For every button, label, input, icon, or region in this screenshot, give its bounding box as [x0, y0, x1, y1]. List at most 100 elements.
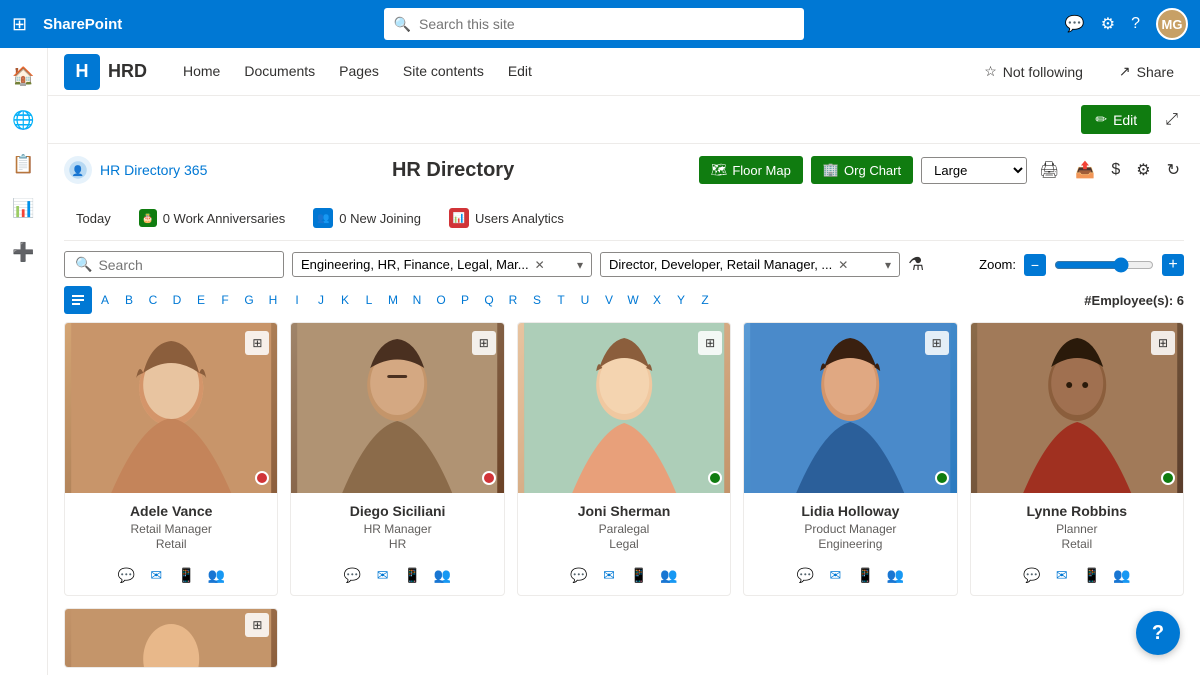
card-grid-icon-joni[interactable]: ⊞: [698, 331, 722, 355]
alpha-x[interactable]: X: [646, 289, 668, 311]
alpha-c[interactable]: C: [142, 289, 164, 311]
comment-icon[interactable]: 💬: [1065, 14, 1085, 34]
role-filter-clear[interactable]: ✕: [838, 258, 848, 272]
chat-icon-lidia[interactable]: 💬: [795, 565, 815, 585]
card-grid-icon-lynne[interactable]: ⊞: [1151, 331, 1175, 355]
settings-icon[interactable]: ⚙: [1101, 14, 1115, 34]
tab-work-anniversaries[interactable]: 🎂 0 Work Anniversaries: [127, 203, 298, 233]
floor-map-button[interactable]: 🗺 Floor Map: [699, 156, 803, 184]
sidebar-add-icon[interactable]: ➕: [4, 232, 44, 272]
teams-icon-joni[interactable]: 👥: [659, 565, 679, 585]
email-icon-adele[interactable]: ✉: [146, 565, 166, 585]
search-input[interactable]: [419, 16, 794, 32]
card-grid-icon-diego[interactable]: ⊞: [472, 331, 496, 355]
alpha-i[interactable]: I: [286, 289, 308, 311]
phone-icon-lynne[interactable]: 📱: [1082, 565, 1102, 585]
chat-icon-lynne[interactable]: 💬: [1022, 565, 1042, 585]
expand-button[interactable]: ⤢: [1159, 105, 1184, 135]
sidebar-note-icon[interactable]: 📋: [4, 144, 44, 184]
email-icon-lynne[interactable]: ✉: [1052, 565, 1072, 585]
nav-edit[interactable]: Edit: [496, 48, 544, 96]
zoom-plus-button[interactable]: +: [1162, 254, 1184, 276]
filter-button[interactable]: ⚗: [908, 254, 924, 275]
alpha-u[interactable]: U: [574, 289, 596, 311]
print-button[interactable]: 🖨: [1035, 156, 1063, 184]
nav-pages[interactable]: Pages: [327, 48, 391, 96]
alpha-s[interactable]: S: [526, 289, 548, 311]
phone-icon-diego[interactable]: 📱: [403, 565, 423, 585]
org-chart-button[interactable]: 🏢 Org Chart: [811, 156, 913, 184]
email-icon-diego[interactable]: ✉: [373, 565, 393, 585]
alpha-t[interactable]: T: [550, 289, 572, 311]
alpha-a[interactable]: A: [94, 289, 116, 311]
avatar[interactable]: MG: [1156, 8, 1188, 40]
email-icon-lidia[interactable]: ✉: [825, 565, 845, 585]
email-icon-joni[interactable]: ✉: [599, 565, 619, 585]
alpha-b[interactable]: B: [118, 289, 140, 311]
dollar-button[interactable]: $: [1107, 157, 1124, 183]
employee-card-adele[interactable]: ⊞ Adele Vance Retail Manager Retail 💬 ✉ …: [64, 322, 278, 596]
phone-icon-joni[interactable]: 📱: [629, 565, 649, 585]
alpha-e[interactable]: E: [190, 289, 212, 311]
alpha-f[interactable]: F: [214, 289, 236, 311]
help-icon[interactable]: ?: [1131, 15, 1140, 33]
not-following-button[interactable]: ☆ Not following: [974, 57, 1093, 86]
employee-card-lidia[interactable]: ⊞ Lidia Holloway Product Manager Enginee…: [743, 322, 957, 596]
settings-gear-button[interactable]: ⚙: [1132, 156, 1154, 184]
share-button[interactable]: ↗ Share: [1109, 57, 1184, 86]
card-grid-icon-lidia[interactable]: ⊞: [925, 331, 949, 355]
alpha-q[interactable]: Q: [478, 289, 500, 311]
teams-icon-adele[interactable]: 👥: [206, 565, 226, 585]
tab-new-joining[interactable]: 👥 0 New Joining: [301, 202, 433, 234]
tab-users-analytics[interactable]: 📊 Users Analytics: [437, 202, 576, 234]
chat-icon-adele[interactable]: 💬: [116, 565, 136, 585]
employee-card-diego[interactable]: ⊞ Diego Siciliani HR Manager HR 💬 ✉ 📱 👥: [290, 322, 504, 596]
phone-icon-adele[interactable]: 📱: [176, 565, 196, 585]
sidebar-home-icon[interactable]: 🏠: [4, 56, 44, 96]
alpha-w[interactable]: W: [622, 289, 644, 311]
site-logo[interactable]: H: [64, 54, 100, 90]
alpha-k[interactable]: K: [334, 289, 356, 311]
card-grid-icon-adele[interactable]: ⊞: [245, 331, 269, 355]
employee-card-lynne[interactable]: ⊞ Lynne Robbins Planner Retail 💬 ✉ 📱 👥: [970, 322, 1184, 596]
department-filter[interactable]: Engineering, HR, Finance, Legal, Mar... …: [292, 252, 592, 277]
card-grid-icon-partial[interactable]: ⊞: [245, 613, 269, 637]
alpha-y[interactable]: Y: [670, 289, 692, 311]
teams-icon-diego[interactable]: 👥: [433, 565, 453, 585]
help-fab-button[interactable]: ?: [1136, 611, 1180, 655]
alpha-z[interactable]: Z: [694, 289, 716, 311]
employee-card-partial[interactable]: ⊞: [64, 608, 278, 668]
alpha-n[interactable]: N: [406, 289, 428, 311]
alpha-d[interactable]: D: [166, 289, 188, 311]
chat-icon-joni[interactable]: 💬: [569, 565, 589, 585]
alpha-all-button[interactable]: [64, 286, 92, 314]
teams-icon-lynne[interactable]: 👥: [1112, 565, 1132, 585]
chat-icon-diego[interactable]: 💬: [343, 565, 363, 585]
sidebar-globe-icon[interactable]: 🌐: [4, 100, 44, 140]
department-filter-clear[interactable]: ✕: [535, 258, 545, 272]
sidebar-apps-icon[interactable]: 📊: [4, 188, 44, 228]
alpha-m[interactable]: M: [382, 289, 404, 311]
alpha-h[interactable]: H: [262, 289, 284, 311]
nav-home[interactable]: Home: [171, 48, 232, 96]
export-button[interactable]: 📤: [1071, 156, 1099, 184]
alpha-o[interactable]: O: [430, 289, 452, 311]
alpha-r[interactable]: R: [502, 289, 524, 311]
alpha-l[interactable]: L: [358, 289, 380, 311]
size-select[interactable]: Large Small Medium Extra Large: [921, 157, 1027, 184]
nav-site-contents[interactable]: Site contents: [391, 48, 496, 96]
nav-documents[interactable]: Documents: [232, 48, 327, 96]
phone-icon-lidia[interactable]: 📱: [855, 565, 875, 585]
zoom-slider[interactable]: [1054, 257, 1154, 273]
employee-search-input[interactable]: [98, 257, 273, 273]
alpha-v[interactable]: V: [598, 289, 620, 311]
edit-button[interactable]: ✏ Edit: [1081, 105, 1151, 134]
refresh-button[interactable]: ↻: [1163, 156, 1184, 184]
role-filter[interactable]: Director, Developer, Retail Manager, ...…: [600, 252, 900, 277]
alpha-p[interactable]: P: [454, 289, 476, 311]
alpha-g[interactable]: G: [238, 289, 260, 311]
alpha-j[interactable]: J: [310, 289, 332, 311]
waffle-icon[interactable]: ⊞: [12, 14, 27, 35]
employee-card-joni[interactable]: ⊞ Joni Sherman Paralegal Legal 💬 ✉ 📱 👥: [517, 322, 731, 596]
tab-today[interactable]: Today: [64, 205, 123, 232]
